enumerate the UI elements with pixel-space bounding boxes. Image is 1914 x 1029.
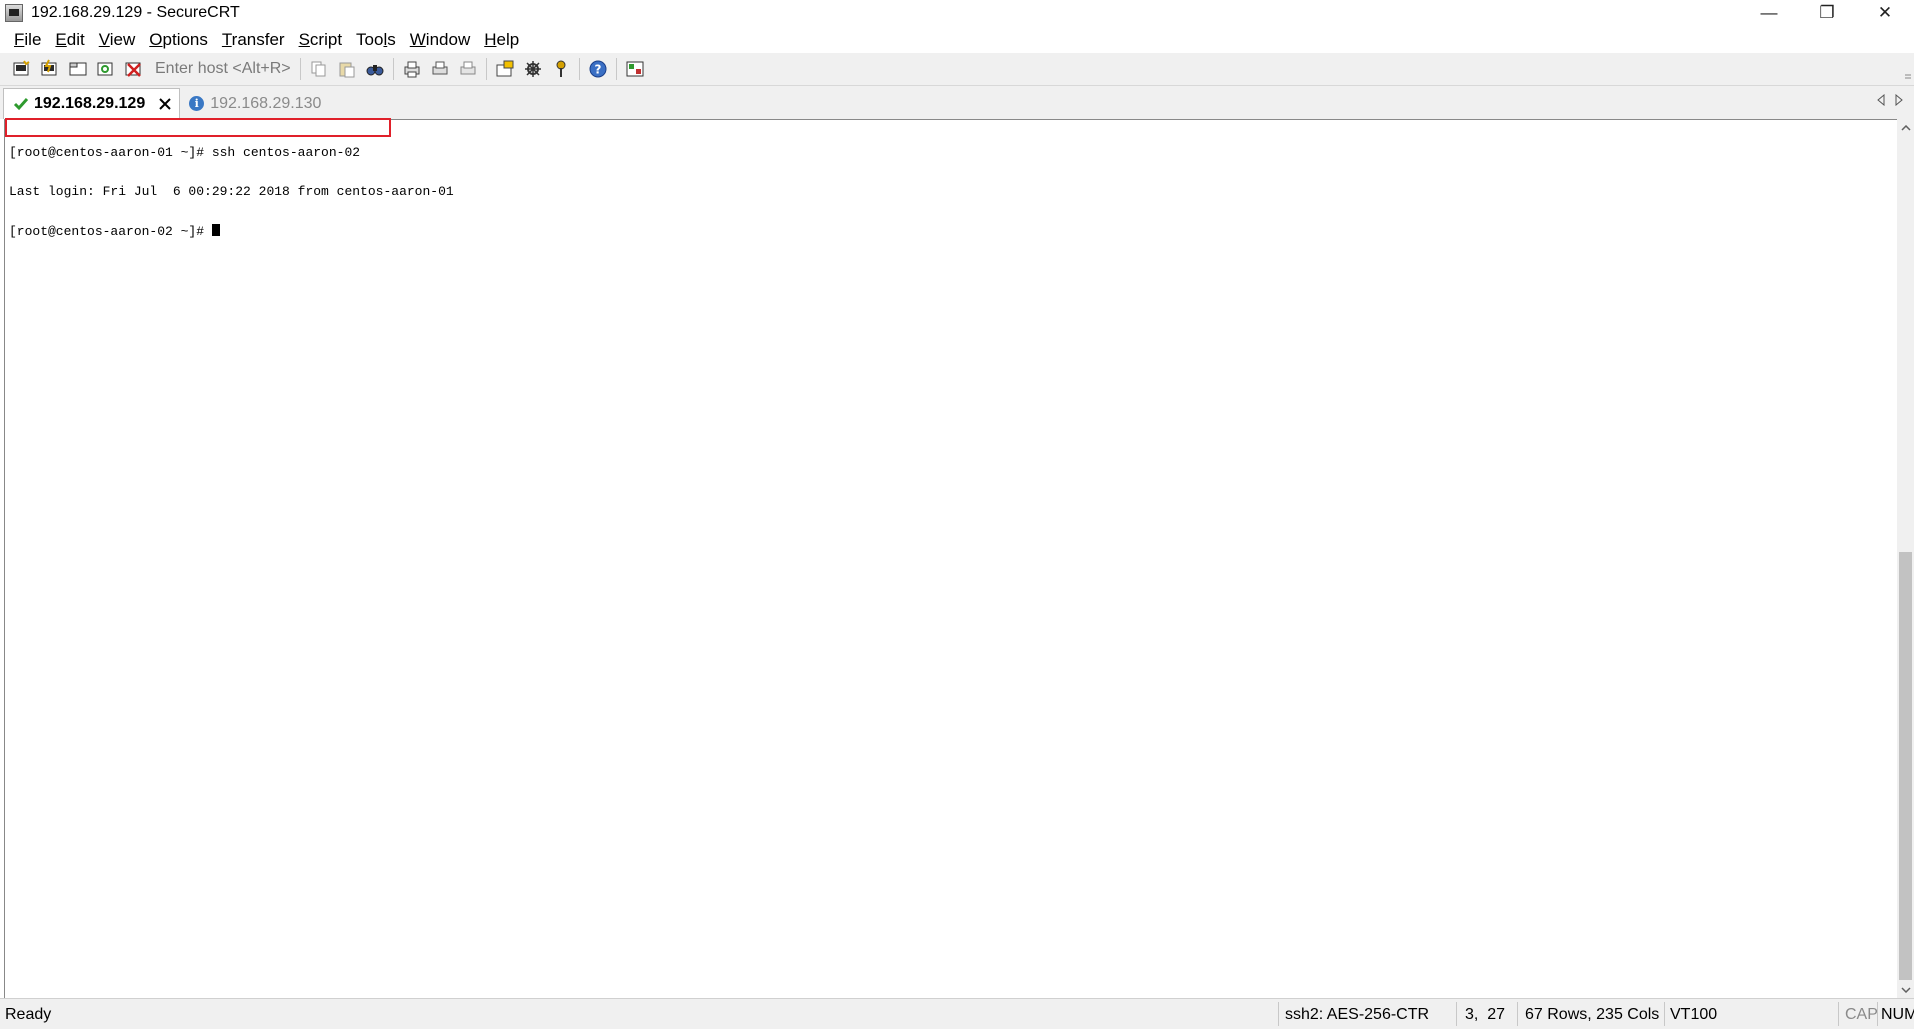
terminal-line: [root@centos-aaron-01 ~]# ssh centos-aar… <box>9 145 361 160</box>
menu-options-accel: O <box>149 29 163 49</box>
connect-in-tab-icon[interactable] <box>67 58 89 80</box>
terminal-output: [root@centos-aaron-01 ~]# ssh centos-aar… <box>9 120 454 263</box>
status-ready: Ready <box>5 1006 52 1023</box>
help-icon[interactable]: ? <box>587 58 609 80</box>
menu-help-accel: H <box>484 29 497 49</box>
menu-options[interactable]: Options <box>149 30 208 50</box>
menu-window-label: indow <box>425 29 471 49</box>
status-divider <box>1664 1002 1665 1026</box>
menu-file-label: ile <box>24 29 42 49</box>
keymap-icon[interactable] <box>550 58 572 80</box>
menu-help-label: elp <box>496 29 520 49</box>
toolbar-grip[interactable] <box>1904 59 1912 79</box>
tab-scroll-arrows <box>1872 93 1908 109</box>
menu-file[interactable]: File <box>14 30 41 50</box>
menu-options-label: ptions <box>162 29 208 49</box>
status-num-lock: NUM <box>1881 1006 1914 1023</box>
enter-host-field[interactable]: Enter host <Alt+R> <box>155 60 291 78</box>
terminal-line-text: [root@centos-aaron-02 ~]# <box>9 224 212 239</box>
connect-icon[interactable] <box>11 58 33 80</box>
toolbar-separator <box>299 58 301 80</box>
tab-label: 192.168.29.130 <box>210 94 322 112</box>
menu-window[interactable]: Window <box>410 30 470 50</box>
menu-window-accel: W <box>409 29 426 49</box>
menu-tools-label: s <box>387 29 396 49</box>
info-status-icon: i <box>188 95 205 112</box>
menu-tools[interactable]: Tools <box>356 30 396 50</box>
menu-tools-label-pre: Too <box>356 29 384 49</box>
menu-view[interactable]: View <box>99 30 136 50</box>
tab-scroll-right-icon[interactable] <box>1890 93 1908 109</box>
menu-edit[interactable]: Edit <box>55 30 84 50</box>
menu-transfer-label: ransfer <box>231 29 285 49</box>
status-cipher: ssh2: AES-256-CTR <box>1285 1006 1430 1023</box>
close-tab-icon[interactable] <box>159 94 171 115</box>
menu-script-label: cript <box>309 29 343 49</box>
status-caps-lock: CAP <box>1845 1006 1878 1023</box>
quick-connect-icon[interactable] <box>39 58 61 80</box>
menu-view-label: iew <box>109 29 136 49</box>
toolbar-separator <box>578 58 580 80</box>
terminal-prompt-line: [root@centos-aaron-02 ~]# <box>9 224 454 239</box>
status-divider <box>1838 1002 1839 1026</box>
print-icon[interactable] <box>457 58 479 80</box>
menu-transfer-accel: T <box>221 29 232 49</box>
terminal-scrollbar[interactable] <box>1897 119 1914 998</box>
toolbar: Enter host <Alt+R> ? <box>0 53 1914 86</box>
scroll-up-icon[interactable] <box>1897 119 1914 136</box>
sftp-icon[interactable] <box>624 58 646 80</box>
tab-scroll-left-icon[interactable] <box>1872 93 1890 109</box>
title-bar: 192.168.29.129 - SecureCRT — ❐ ✕ <box>0 0 1914 26</box>
menu-transfer[interactable]: Transfer <box>222 30 285 50</box>
paste-icon[interactable] <box>336 58 358 80</box>
close-window-button[interactable]: ✕ <box>1856 0 1914 26</box>
window-controls: — ❐ ✕ <box>1740 0 1914 26</box>
menu-view-accel: V <box>98 29 110 49</box>
session-options-icon[interactable] <box>494 58 516 80</box>
terminal-line: Last login: Fri Jul 6 00:29:22 2018 from… <box>9 184 454 199</box>
print-screen-icon[interactable] <box>401 58 423 80</box>
menu-edit-accel: E <box>55 29 67 49</box>
tab-192-168-29-130[interactable]: i 192.168.29.130 <box>180 88 329 119</box>
menu-bar: File Edit View Options Transfer Script T… <box>0 26 1914 53</box>
toolbar-separator <box>392 58 394 80</box>
highlight-box-annotation <box>5 118 391 137</box>
status-divider <box>1278 1002 1279 1026</box>
window-title: 192.168.29.129 - SecureCRT <box>31 4 240 21</box>
find-icon[interactable] <box>364 58 386 80</box>
menu-help[interactable]: Help <box>484 30 519 50</box>
status-bar: Ready ssh2: AES-256-CTR 3, 27 67 Rows, 2… <box>0 998 1914 1029</box>
disconnect-icon[interactable] <box>123 58 145 80</box>
terminal-view[interactable]: [root@centos-aaron-01 ~]# ssh centos-aar… <box>4 118 1897 998</box>
tab-192-168-29-129[interactable]: 192.168.29.129 <box>3 88 181 119</box>
status-divider <box>1877 1002 1878 1026</box>
menu-script[interactable]: Script <box>299 30 342 50</box>
reconnect-icon[interactable] <box>95 58 117 80</box>
status-dimensions: 67 Rows, 235 Cols <box>1525 1006 1660 1023</box>
menu-script-accel: S <box>298 29 310 49</box>
toolbar-separator <box>615 58 617 80</box>
svg-text:?: ? <box>594 63 601 77</box>
global-options-icon[interactable] <box>522 58 544 80</box>
securecrt-app-icon[interactable] <box>5 4 23 22</box>
status-divider <box>1517 1002 1518 1026</box>
session-tab-bar: 192.168.29.129 i 192.168.29.130 <box>0 86 1914 119</box>
menu-file-accel: F <box>14 29 25 49</box>
status-cursor-position: 3, 27 <box>1465 1006 1506 1023</box>
restore-button[interactable]: ❐ <box>1798 0 1856 26</box>
menu-edit-label: dit <box>66 29 85 49</box>
print-selection-icon[interactable] <box>429 58 451 80</box>
minimize-button[interactable]: — <box>1740 0 1798 26</box>
connected-check-icon <box>12 96 29 113</box>
terminal-cursor <box>211 224 220 236</box>
scroll-down-icon[interactable] <box>1897 981 1914 998</box>
status-emulation: VT100 <box>1670 1006 1718 1023</box>
toolbar-separator <box>485 58 487 80</box>
tab-label: 192.168.29.129 <box>34 95 146 112</box>
copy-icon[interactable] <box>308 58 330 80</box>
scrollbar-thumb[interactable] <box>1899 552 1912 980</box>
status-divider <box>1456 1002 1457 1026</box>
